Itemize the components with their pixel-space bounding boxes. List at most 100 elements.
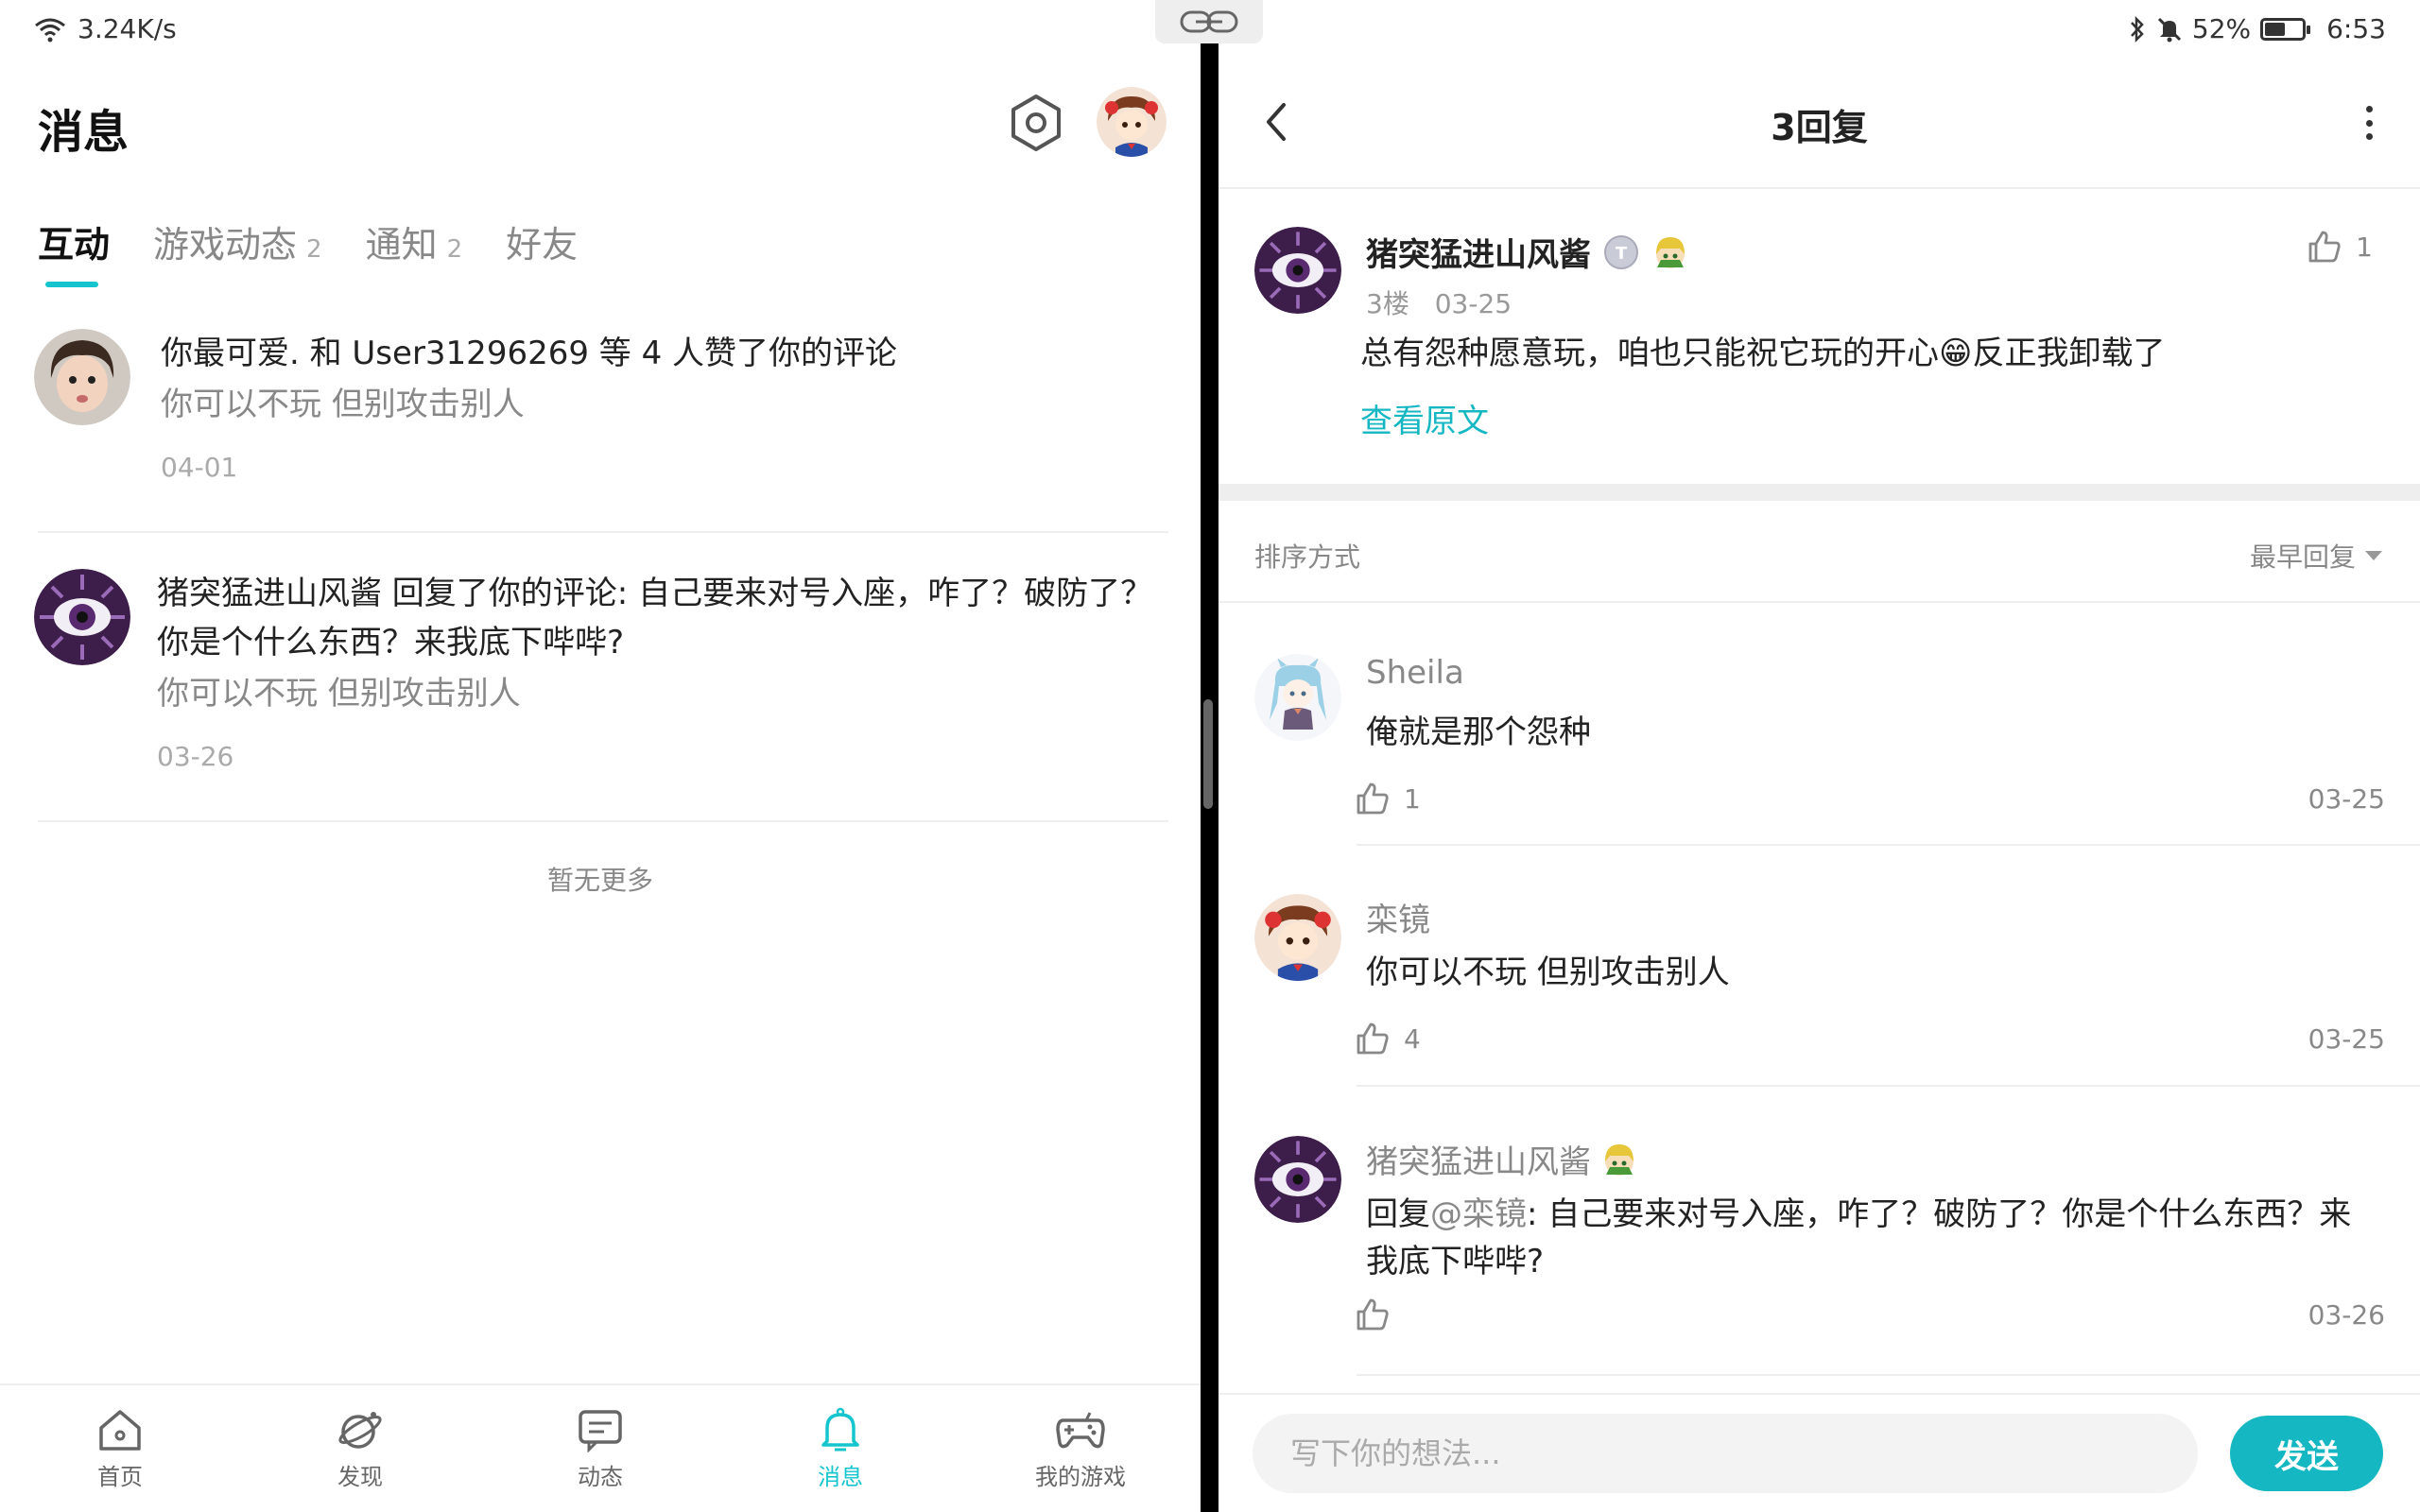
nav-home[interactable]: 首页 (0, 1385, 240, 1512)
nav-discover[interactable]: 发现 (240, 1385, 480, 1512)
avatar[interactable] (1254, 654, 1341, 741)
thumbs-up-icon (1355, 1021, 1391, 1057)
divider (1357, 1374, 2420, 1376)
home-icon (95, 1407, 145, 1452)
message-date: 04-01 (161, 452, 238, 483)
message-body: 你最可爱. 和 User31296269 等 4 人赞了你的评论 你可以不玩 但… (161, 329, 1153, 483)
nav-messages[interactable]: 消息 (720, 1385, 960, 1512)
more-dot (2365, 119, 2373, 127)
svg-text:T: T (1616, 244, 1628, 264)
avatar[interactable] (34, 569, 130, 665)
character-badge-icon (1600, 1141, 1638, 1178)
sort-dropdown[interactable]: 最早回复 (2250, 537, 2382, 575)
divider (1357, 844, 2420, 846)
reply-item: 栾镜 你可以不玩 但别攻击别人 4 03-25 (1219, 894, 2420, 1083)
nav-feed[interactable]: 动态 (480, 1385, 720, 1512)
tab-label: 互动 (38, 224, 111, 266)
reply-actions: 4 03-25 (1355, 1021, 2385, 1057)
view-original-link[interactable]: 查看原文 (1360, 395, 1489, 441)
settings-button[interactable] (1008, 93, 1064, 153)
author-name: 猪突猛进山风酱 (1366, 1143, 1591, 1181)
sort-selected-value: 最早回复 (2249, 541, 2356, 573)
page-title: 消息 (38, 106, 130, 159)
divider (38, 531, 1168, 533)
sort-bar: 排序方式 最早回复 (1219, 501, 2420, 603)
thumbs-up-icon (1355, 781, 1391, 816)
reply-input[interactable] (1253, 1414, 2198, 1493)
tab-friends[interactable]: 好友 (506, 215, 578, 267)
more-options-button[interactable] (2360, 106, 2378, 140)
send-button[interactable]: 发送 (2230, 1416, 2383, 1491)
reply-date: 03-25 (2308, 1022, 2385, 1055)
split-drag-handle[interactable] (1203, 699, 1213, 809)
nav-label: 发现 (337, 1463, 383, 1490)
message-item[interactable]: 猪突猛进山风酱 回复了你的评论: 自己要来对号入座，咋了？破防了？你是个什么东西… (34, 569, 1168, 786)
tab-notifications[interactable]: 通知 2 (366, 215, 463, 267)
gamepad-icon (1054, 1407, 1107, 1452)
original-comment: 猪突猛进山风酱 T 3楼 03-25 总有怨种愿意玩，咱也只能祝它玩的开心😁反正… (1219, 189, 2420, 484)
message-date: 03-26 (157, 741, 234, 772)
tab-badge: 2 (446, 235, 463, 264)
message-tabs: 互动 游戏动态 2 通知 2 好友 (38, 215, 621, 287)
reply-actions: 1 03-25 (1355, 781, 2385, 816)
reply-author[interactable]: 栾镜 (1366, 894, 1430, 940)
reply-date: 03-25 (2308, 782, 2385, 815)
messages-pane: 消息 互动 游戏动态 2 通知 2 好友 你最可爱. 和 User3129626… (0, 0, 1201, 1512)
reply-text: 俺就是那个怨种 (1366, 713, 1591, 751)
message-quote: 你可以不玩 但别攻击别人 (157, 675, 521, 713)
nav-label: 消息 (818, 1463, 863, 1490)
thumbs-up-icon (2307, 229, 2342, 265)
bell-icon (816, 1407, 865, 1452)
like-button[interactable] (1355, 1297, 1404, 1332)
nav-label: 动态 (578, 1463, 623, 1490)
reply-text: 你可以不玩 但别攻击别人 (1366, 954, 1730, 991)
avatar[interactable] (1254, 227, 1341, 314)
author-name: 猪突猛进山风酱 (1366, 236, 1591, 274)
tab-game-news[interactable]: 游戏动态 2 (153, 215, 322, 267)
feed-icon (576, 1407, 625, 1452)
avatar[interactable] (1254, 894, 1341, 981)
reply-text: 回复@栾镜: 自己要来对号入座，咋了？破防了？你是个什么东西？来我底下哔哔? (1366, 1191, 2368, 1285)
bottom-navigation: 首页 发现 动态 消息 我的游戏 (0, 1383, 1201, 1512)
section-divider (1219, 484, 2420, 501)
tab-label: 好友 (506, 224, 579, 266)
character-badge-icon (1651, 233, 1689, 271)
thread-title: 3回复 (1771, 107, 1868, 148)
like-button[interactable]: 1 (1355, 781, 1421, 816)
floor-number: 3楼 (1366, 288, 1409, 319)
thread-header: 3回复 (1219, 57, 2420, 189)
reply-author[interactable]: 猪突猛进山风酱 (1366, 1136, 1638, 1182)
caret-down-icon (2365, 551, 2382, 560)
reply-item: 猪突猛进山风酱 回复@栾镜: 自己要来对号入座，咋了？破防了？你是个什么东西？来… (1219, 1136, 2420, 1372)
message-title: 你最可爱. 和 User31296269 等 4 人赞了你的评论 (161, 335, 898, 372)
tab-label: 游戏动态 (153, 224, 298, 266)
message-title: 猪突猛进山风酱 回复了你的评论: 自己要来对号入座，咋了？破防了？你是个什么东西… (157, 575, 1153, 662)
avatar[interactable] (1254, 1136, 1341, 1223)
reply-prefix: 回复 (1366, 1195, 1430, 1233)
active-tab-indicator (45, 282, 98, 287)
sort-label: 排序方式 (1254, 541, 1361, 573)
reply-date: 03-26 (2308, 1298, 2385, 1331)
user-avatar[interactable] (1097, 87, 1167, 157)
message-item[interactable]: 你最可爱. 和 User31296269 等 4 人赞了你的评论 你可以不玩 但… (34, 329, 1168, 499)
tab-label: 通知 (365, 224, 438, 266)
like-count: 1 (1404, 782, 1421, 815)
reply-item: Sheila 俺就是那个怨种 1 03-25 (1219, 654, 2420, 843)
like-count: 1 (2356, 231, 2373, 263)
nav-my-games[interactable]: 我的游戏 (960, 1385, 1201, 1512)
nav-label: 我的游戏 (1035, 1463, 1126, 1490)
reply-author[interactable]: Sheila (1366, 654, 1464, 692)
like-button[interactable]: 1 (2307, 229, 2373, 265)
mention-link[interactable]: @栾镜 (1430, 1195, 1527, 1233)
message-quote: 你可以不玩 但别攻击别人 (161, 386, 525, 423)
comment-author[interactable]: 猪突猛进山风酱 T (1366, 229, 1689, 275)
avatar[interactable] (34, 329, 130, 425)
settings-icon (1008, 93, 1064, 153)
discover-icon (336, 1407, 385, 1452)
like-button[interactable]: 4 (1355, 1021, 1421, 1057)
reply-composer: 发送 (1219, 1393, 2420, 1512)
nav-label: 首页 (97, 1463, 143, 1490)
comment-date: 03-25 (1434, 288, 1512, 319)
more-dot (2365, 133, 2373, 140)
tab-interactions[interactable]: 互动 (38, 215, 111, 287)
